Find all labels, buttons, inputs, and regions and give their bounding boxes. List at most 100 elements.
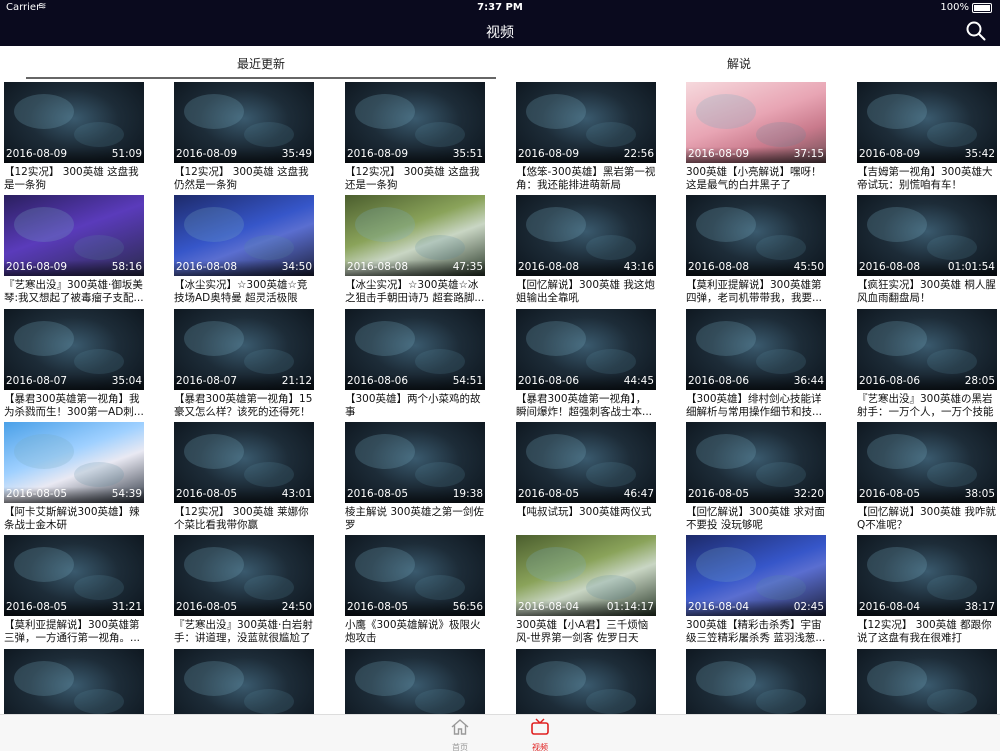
video-grid[interactable]: 2016-08-09 51:09 【12实况】 300英雄 这盘我是一条狗 2016-… (0, 82, 1000, 714)
video-card[interactable] (686, 649, 826, 714)
video-thumbnail[interactable]: 2016-08-05 32:20 (686, 422, 826, 503)
video-thumbnail[interactable]: 2016-08-09 51:09 (4, 82, 144, 163)
video-card[interactable]: 2016-08-09 51:09 【12实况】 300英雄 这盘我是一条狗 (4, 82, 144, 192)
tab-recent[interactable]: 最近更新 (26, 55, 496, 72)
video-title[interactable]: 【12实况】 300英雄 这盘我是一条狗 (4, 166, 144, 192)
video-card[interactable]: 2016-08-09 35:42 【吉姆第一视角】300英雄大帝试玩：别慌咱有车！ (857, 82, 997, 192)
video-card[interactable]: 2016-08-05 31:21 【莫利亚提解说】300英雄第三弹，一方通行第一视角… (4, 535, 144, 645)
video-card[interactable]: 2016-08-05 46:47 【吨叔试玩】300英雄两仪式 (516, 422, 656, 532)
video-title[interactable]: 【莫利亚提解说】300英雄第三弹，一方通行第一视角。... (4, 619, 144, 645)
video-thumbnail[interactable] (516, 649, 656, 714)
video-thumbnail[interactable]: 2016-08-07 35:04 (4, 309, 144, 390)
search-icon[interactable] (966, 21, 986, 41)
video-thumbnail[interactable]: 2016-08-06 28:05 (857, 309, 997, 390)
video-thumbnail[interactable]: 2016-08-09 37:15 (686, 82, 826, 163)
video-title[interactable]: 『艺寒出没』300英雄·白岩射手：讲道理，没蓝就很尴尬了 (174, 619, 314, 645)
video-card[interactable] (4, 649, 144, 714)
video-title[interactable]: 【阿卡艾斯解说300英雄】辣条战士金木研 (4, 506, 144, 532)
video-thumbnail[interactable]: 2016-08-07 21:12 (174, 309, 314, 390)
video-thumbnail[interactable]: 2016-08-08 43:16 (516, 195, 656, 276)
video-card[interactable]: 2016-08-05 56:56 小鹰《300英雄解说》极限火炮攻击 (345, 535, 485, 645)
video-thumbnail[interactable]: 2016-08-08 47:35 (345, 195, 485, 276)
video-thumbnail[interactable]: 2016-08-09 22:56 (516, 82, 656, 163)
video-card[interactable]: 2016-08-06 54:51 【300英雄】两个小菜鸡的故事 (345, 309, 485, 419)
video-title[interactable]: 【暴君300英雄第一视角】15豪又怎么样？该死的还得死！ (174, 393, 314, 419)
video-thumbnail[interactable]: 2016-08-06 54:51 (345, 309, 485, 390)
video-thumbnail[interactable] (174, 649, 314, 714)
video-card[interactable]: 2016-08-06 44:45 【暴君300英雄第一视角】，瞬间爆炸！超强刺客战士… (516, 309, 656, 419)
video-title[interactable]: 300英雄【小A君】三千烦恼风-世界第一剑客 佐罗日天最... (516, 619, 656, 645)
video-title[interactable]: 【12实况】 300英雄 这盘我仍然是一条狗 (174, 166, 314, 192)
video-thumbnail[interactable]: 2016-08-05 38:05 (857, 422, 997, 503)
video-card[interactable]: 2016-08-08 45:50 【莫利亚提解说】300英雄第四弹，老司机带带我，我… (686, 195, 826, 305)
video-card[interactable] (174, 649, 314, 714)
video-thumbnail[interactable]: 2016-08-04 02:45 (686, 535, 826, 616)
video-card[interactable]: 2016-08-06 36:44 【300英雄】绯村剑心技能详细解析与常用操作细节和… (686, 309, 826, 419)
video-thumbnail[interactable]: 2016-08-09 35:51 (345, 82, 485, 163)
video-card[interactable]: 2016-08-09 58:16 『艺寒出没』300英雄·御坂美琴:我又想起了被毒瘤… (4, 195, 144, 305)
video-title[interactable]: 【12实况】 300英雄 莱娜你个菜比看我带你赢 (174, 506, 314, 532)
video-title[interactable]: 300英雄【精彩击杀秀】宇宙级三笠精彩屠杀秀 蓝羽浅葱... (686, 619, 826, 645)
video-title[interactable]: 【回忆解说】300英雄 我咋就Q不准呢？ (857, 506, 997, 532)
tabbar-video[interactable]: 视频 (520, 717, 560, 753)
video-card[interactable]: 2016-08-05 24:50 『艺寒出没』300英雄·白岩射手：讲道理，没蓝就很… (174, 535, 314, 645)
video-thumbnail[interactable]: 2016-08-05 46:47 (516, 422, 656, 503)
video-thumbnail[interactable]: 2016-08-08 01:01:54 (857, 195, 997, 276)
video-card[interactable]: 2016-08-05 54:39 【阿卡艾斯解说300英雄】辣条战士金木研 (4, 422, 144, 532)
video-card[interactable] (857, 649, 997, 714)
video-card[interactable]: 2016-08-08 43:16 【回忆解说】300英雄 我这炮姐输出全靠吼 (516, 195, 656, 305)
video-title[interactable]: 【回忆解说】300英雄 求对面不要投 没玩够呢 (686, 506, 826, 532)
video-title[interactable]: 【冰尘实况】☆300英雄☆竞技场AD奥特曼 超灵活极限秀... (174, 279, 314, 305)
video-thumbnail[interactable]: 2016-08-09 58:16 (4, 195, 144, 276)
video-card[interactable]: 2016-08-08 34:50 【冰尘实况】☆300英雄☆竞技场AD奥特曼 超灵活… (174, 195, 314, 305)
video-thumbnail[interactable]: 2016-08-06 44:45 (516, 309, 656, 390)
video-thumbnail[interactable] (857, 649, 997, 714)
video-title[interactable]: 『艺寒出没』300英雄の黑岩射手：一万个人，一万个技能 (857, 393, 997, 419)
video-title[interactable]: 【吉姆第一视角】300英雄大帝试玩：别慌咱有车！ (857, 166, 997, 192)
video-title[interactable]: 小鹰《300英雄解说》极限火炮攻击 (345, 619, 485, 645)
video-card[interactable]: 2016-08-04 02:45 300英雄【精彩击杀秀】宇宙级三笠精彩屠杀秀 蓝羽… (686, 535, 826, 645)
video-title[interactable]: 【12实况】 300英雄 这盘我还是一条狗 (345, 166, 485, 192)
video-card[interactable]: 2016-08-09 22:56 【悠笨-300英雄】黑岩第一视角：我还能排进萌新局 (516, 82, 656, 192)
video-title[interactable]: 【暴君300英雄第一视角】，瞬间爆炸！超强刺客战士本... (516, 393, 656, 419)
video-card[interactable] (516, 649, 656, 714)
video-thumbnail[interactable]: 2016-08-08 34:50 (174, 195, 314, 276)
video-card[interactable]: 2016-08-07 35:04 【暴君300英雄第一视角】我为杀戮而生！300第一… (4, 309, 144, 419)
video-title[interactable]: 【吨叔试玩】300英雄两仪式 (516, 506, 656, 532)
video-thumbnail[interactable]: 2016-08-06 36:44 (686, 309, 826, 390)
video-title[interactable]: 【莫利亚提解说】300英雄第四弹，老司机带带我，我要... (686, 279, 826, 305)
video-thumbnail[interactable]: 2016-08-05 24:50 (174, 535, 314, 616)
video-thumbnail[interactable]: 2016-08-04 01:14:17 (516, 535, 656, 616)
video-title[interactable]: 【冰尘实况】☆300英雄☆冰之狙击手朝田诗乃 超套路脚... (345, 279, 485, 305)
video-thumbnail[interactable]: 2016-08-05 56:56 (345, 535, 485, 616)
video-card[interactable]: 2016-08-09 37:15 300英雄【小亮解说】嘿呀！这是最气的白井黑子了 (686, 82, 826, 192)
video-title[interactable]: 棱主解说 300英雄之第一剑佐罗 (345, 506, 485, 532)
video-title[interactable]: 【300英雄】绯村剑心技能详细解析与常用操作细节和技... (686, 393, 826, 419)
video-card[interactable]: 2016-08-05 32:20 【回忆解说】300英雄 求对面不要投 没玩够呢 (686, 422, 826, 532)
video-thumbnail[interactable] (4, 649, 144, 714)
video-card[interactable]: 2016-08-04 38:17 【12实况】 300英雄 都跟你说了这盘有我在很难… (857, 535, 997, 645)
video-thumbnail[interactable]: 2016-08-04 38:17 (857, 535, 997, 616)
video-thumbnail[interactable]: 2016-08-09 35:42 (857, 82, 997, 163)
video-title[interactable]: 【300英雄】两个小菜鸡的故事 (345, 393, 485, 419)
video-card[interactable]: 2016-08-09 35:51 【12实况】 300英雄 这盘我还是一条狗 (345, 82, 485, 192)
video-card[interactable]: 2016-08-05 43:01 【12实况】 300英雄 莱娜你个菜比看我带你赢 (174, 422, 314, 532)
video-card[interactable] (345, 649, 485, 714)
video-card[interactable]: 2016-08-08 01:01:54 【疯狂实况】300英雄 桐人腥风血雨翻盘局！ (857, 195, 997, 305)
video-title[interactable]: 【悠笨-300英雄】黑岩第一视角：我还能排进萌新局 (516, 166, 656, 192)
video-card[interactable]: 2016-08-07 21:12 【暴君300英雄第一视角】15豪又怎么样？该死的还… (174, 309, 314, 419)
video-title[interactable]: 300英雄【小亮解说】嘿呀！这是最气的白井黑子了 (686, 166, 826, 192)
video-card[interactable]: 2016-08-05 38:05 【回忆解说】300英雄 我咋就Q不准呢？ (857, 422, 997, 532)
video-thumbnail[interactable]: 2016-08-05 31:21 (4, 535, 144, 616)
video-thumbnail[interactable]: 2016-08-05 54:39 (4, 422, 144, 503)
video-title[interactable]: 【回忆解说】300英雄 我这炮姐输出全靠吼 (516, 279, 656, 305)
video-card[interactable]: 2016-08-04 01:14:17 300英雄【小A君】三千烦恼风-世界第一剑客… (516, 535, 656, 645)
video-title[interactable]: 【暴君300英雄第一视角】我为杀戮而生！300第一AD刺... (4, 393, 144, 419)
video-thumbnail[interactable]: 2016-08-05 19:38 (345, 422, 485, 503)
video-card[interactable]: 2016-08-06 28:05 『艺寒出没』300英雄の黑岩射手：一万个人，一万个… (857, 309, 997, 419)
video-card[interactable]: 2016-08-05 19:38 棱主解说 300英雄之第一剑佐罗 (345, 422, 485, 532)
video-title[interactable]: 『艺寒出没』300英雄·御坂美琴:我又想起了被毒瘤子支配... (4, 279, 144, 305)
video-title[interactable]: 【疯狂实况】300英雄 桐人腥风血雨翻盘局！ (857, 279, 997, 305)
video-thumbnail[interactable]: 2016-08-08 45:50 (686, 195, 826, 276)
tab-commentary[interactable]: 解说 (504, 55, 974, 72)
